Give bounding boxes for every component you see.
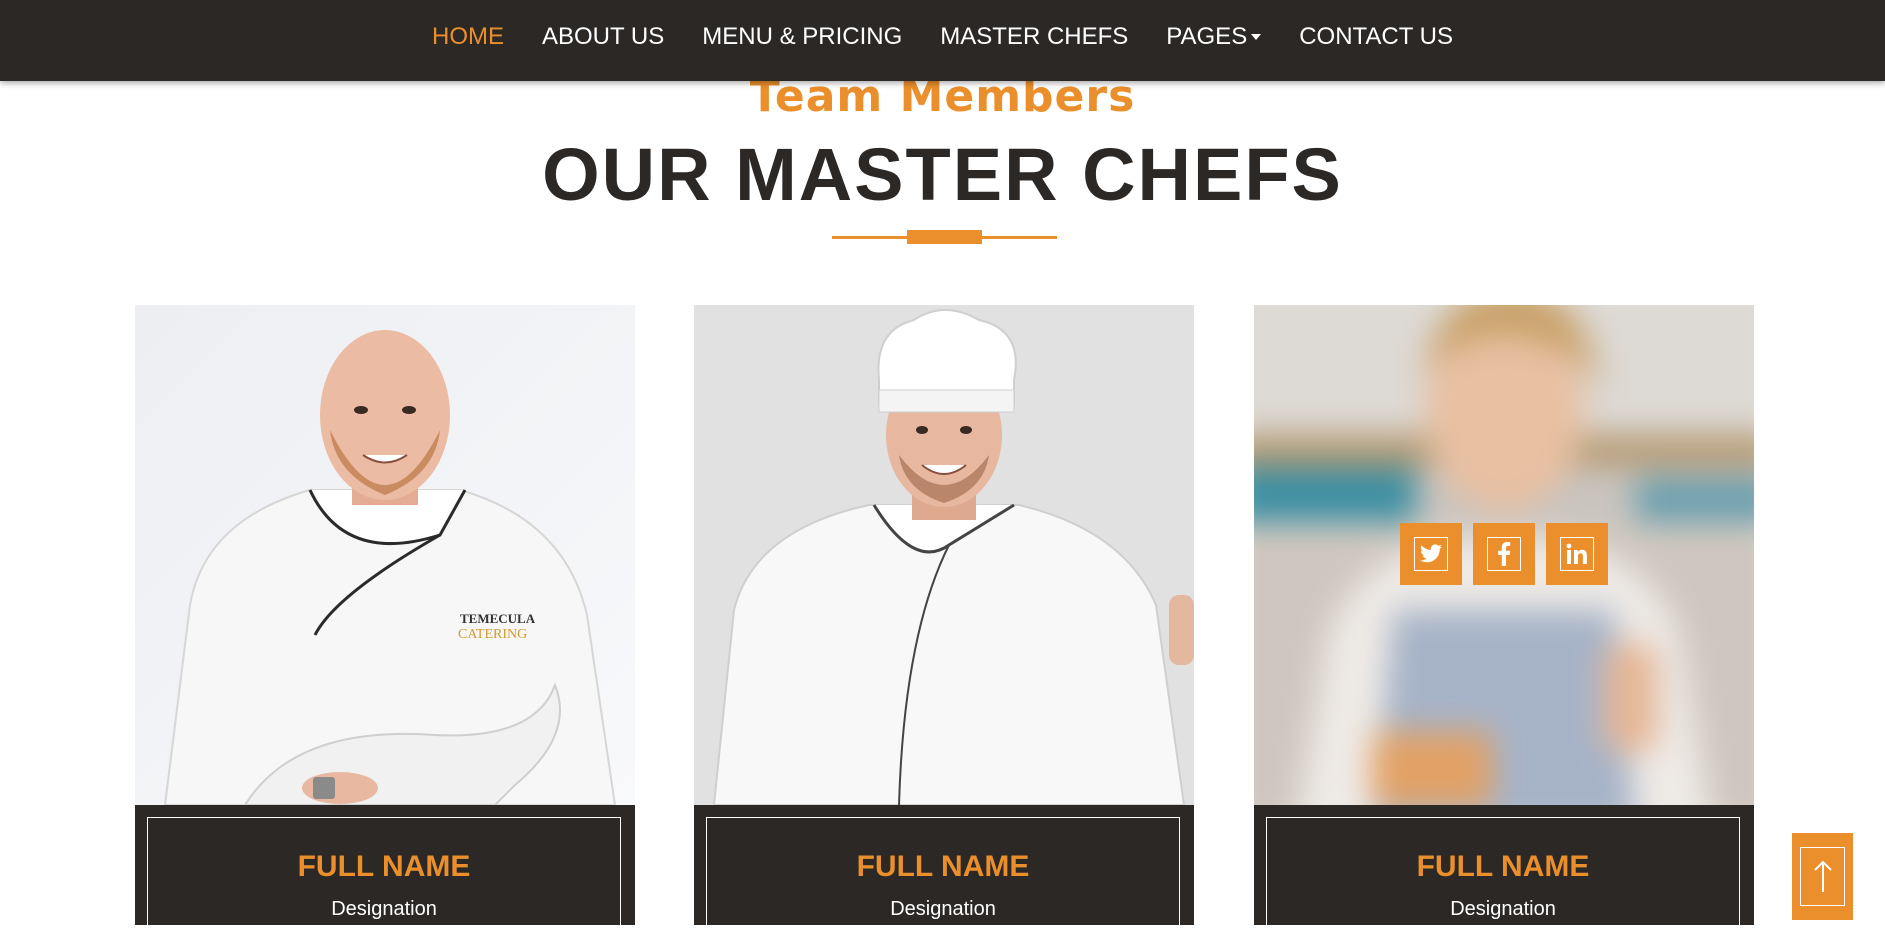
chef-info-panel: FULL NAME Designation [694, 805, 1194, 937]
chef-name: FULL NAME [856, 850, 1030, 883]
twitter-button[interactable] [1400, 523, 1462, 585]
nav-item-label: MASTER CHEFS [940, 23, 1129, 50]
chef-photo [1254, 305, 1754, 805]
svg-text:CATERING: CATERING [458, 627, 527, 642]
top-navbar: HOME ABOUT US MENU & PRICING MASTER CHEF… [0, 0, 1885, 81]
nav-item-label: PAGES [1166, 23, 1248, 50]
twitter-icon [1414, 537, 1448, 571]
back-to-top-button[interactable] [1792, 833, 1853, 920]
nav-item-master-chefs[interactable]: MASTER CHEFS [921, 23, 1147, 51]
linkedin-icon [1560, 537, 1594, 571]
chef-photo [694, 305, 1194, 805]
linkedin-button[interactable] [1546, 523, 1608, 585]
chef-photo: TEMECULA CATERING [135, 305, 635, 805]
title-divider [832, 230, 1057, 244]
chef-designation: Designation [331, 898, 437, 920]
caret-down-icon [1251, 34, 1262, 40]
nav-item-home[interactable]: HOME [413, 23, 523, 51]
chef-name: FULL NAME [297, 850, 471, 883]
chef-card[interactable]: FULL NAME Designation [1254, 305, 1754, 937]
chef-info-panel: FULL NAME Designation [1254, 805, 1754, 937]
nav-item-label: CONTACT US [1299, 23, 1453, 50]
facebook-icon [1487, 537, 1521, 571]
nav-item-label: ABOUT US [542, 23, 665, 50]
svg-text:TEMECULA: TEMECULA [460, 611, 536, 626]
nav-item-label: MENU & PRICING [702, 23, 903, 50]
chef-name: FULL NAME [1416, 850, 1590, 883]
nav-item-about[interactable]: ABOUT US [523, 23, 683, 51]
section-title: OUR MASTER CHEFS [542, 133, 1343, 216]
arrow-up-icon [1800, 847, 1845, 906]
nav-item-contact[interactable]: CONTACT US [1280, 23, 1472, 51]
nav-item-menu-pricing[interactable]: MENU & PRICING [683, 23, 921, 51]
chef-designation: Designation [890, 898, 996, 920]
chef-card[interactable]: TEMECULA CATERING FULL NAME Designation [135, 305, 635, 937]
chef-designation: Designation [1450, 898, 1556, 920]
facebook-button[interactable] [1473, 523, 1535, 585]
chef-card[interactable]: FULL NAME Designation [694, 305, 1194, 937]
chef-info-panel: FULL NAME Designation [135, 805, 635, 937]
nav-item-label: HOME [432, 23, 504, 50]
nav-item-pages-dropdown[interactable]: PAGES [1147, 23, 1280, 51]
social-links [1400, 523, 1608, 585]
nav-menu: HOME ABOUT US MENU & PRICING MASTER CHEF… [413, 23, 1472, 51]
